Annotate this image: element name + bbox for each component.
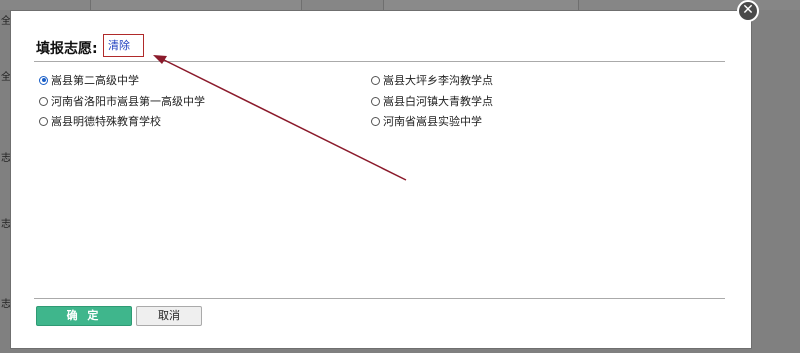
close-icon[interactable]: ✕ [737,0,759,22]
cancel-button[interactable]: 取消 [136,306,202,326]
radio-button[interactable] [371,116,380,126]
school-option[interactable]: 河南省嵩县实验中学 [371,113,482,129]
radio-button[interactable] [39,116,48,126]
clear-link[interactable]: 清除 [103,34,144,57]
school-option[interactable]: 嵩县第二高级中学 [39,72,139,88]
radio-button[interactable] [39,75,48,85]
school-option-label: 嵩县明德特殊教育学校 [51,115,161,128]
school-option[interactable]: 嵩县白河镇大青教学点 [371,93,493,109]
school-option-label: 河南省嵩县实验中学 [383,115,482,128]
radio-button[interactable] [371,96,380,106]
dialog-title: 填报志愿: [36,41,98,57]
school-option-label: 河南省洛阳市嵩县第一高级中学 [51,95,205,108]
school-option[interactable]: 嵩县明德特殊教育学校 [39,113,161,129]
school-option[interactable]: 嵩县大坪乡李沟教学点 [371,72,493,88]
school-option-label: 嵩县第二高级中学 [51,74,139,87]
school-option-label: 嵩县大坪乡李沟教学点 [383,74,493,87]
school-option[interactable]: 河南省洛阳市嵩县第一高级中学 [39,93,205,109]
confirm-button[interactable]: 确 定 [36,306,132,326]
radio-button[interactable] [371,75,380,85]
divider [34,61,725,62]
school-option-label: 嵩县白河镇大青教学点 [383,95,493,108]
divider [34,298,725,299]
radio-button[interactable] [39,96,48,106]
